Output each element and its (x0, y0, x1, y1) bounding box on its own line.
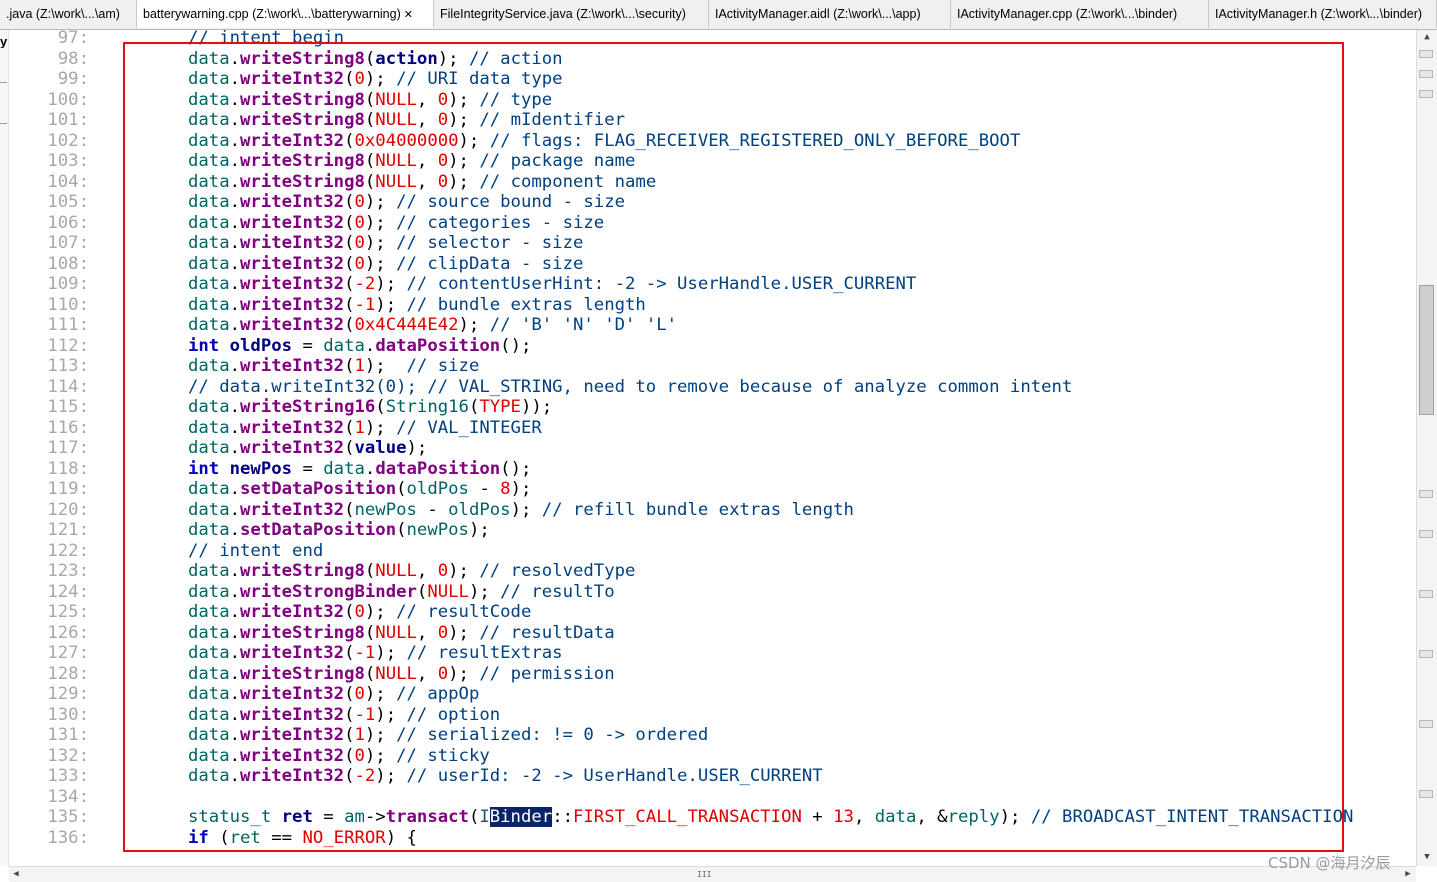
overview-marker (1419, 530, 1433, 538)
line-number: 132: (47, 745, 89, 766)
line-number: 131: (47, 725, 89, 745)
line-number: 121: (47, 520, 89, 540)
left-gutter-strip: y (0, 30, 9, 866)
scroll-left-arrow-icon[interactable]: ◀ (9, 867, 23, 882)
vertical-scroll-thumb[interactable] (1419, 285, 1434, 415)
line-number: 135: (47, 807, 89, 827)
overview-marker (1419, 590, 1433, 598)
watermark: CSDN @海月汐辰 (1268, 854, 1391, 872)
overview-marker (1419, 650, 1433, 658)
line-number: 124: (47, 581, 89, 602)
close-tab-icon[interactable]: ✕ (404, 9, 413, 21)
line-number: 115: (47, 397, 89, 417)
editor-tab[interactable]: batterywarning.cpp (Z:\work\...\batteryw… (137, 0, 434, 28)
line-number: 136: (47, 827, 89, 848)
line-number: 125: (47, 602, 89, 622)
line-number: 101: (47, 110, 89, 130)
line-number: 114: (47, 376, 89, 397)
horizontal-scrollbar[interactable]: ◀ III ▶ (9, 866, 1416, 882)
line-number: 103: (47, 151, 89, 171)
line-number: 97: (57, 30, 89, 48)
overview-marker (1419, 720, 1433, 728)
overview-marker (1419, 70, 1433, 78)
line-number: 130: (47, 704, 89, 725)
line-number: 123: (47, 561, 89, 581)
line-number: 113: (47, 356, 89, 376)
overview-marker (1419, 490, 1433, 498)
overview-marker (1419, 790, 1433, 798)
highlight-annotation-box (123, 42, 1344, 852)
line-number: 108: (47, 253, 89, 274)
line-number: 118: (47, 458, 89, 479)
line-number: 126: (47, 622, 89, 643)
editor-tab[interactable]: IActivityManager.h (Z:\work\...\binder) (1209, 0, 1437, 28)
line-number: 110: (47, 294, 89, 315)
line-number: 117: (47, 438, 89, 458)
line-number: 106: (47, 212, 89, 233)
editor-tab-bar: .java (Z:\work\...\am) batterywarning.cpp… (0, 0, 1437, 30)
editor-tab[interactable]: .java (Z:\work\...\am) (0, 0, 137, 28)
line-number: 107: (47, 233, 89, 253)
line-number: 99: (57, 69, 89, 89)
line-number: 112: (47, 335, 89, 356)
tab-label: batterywarning.cpp (Z:\work\...\batteryw… (143, 7, 401, 21)
line-number: 127: (47, 643, 89, 663)
line-number: 111: (47, 315, 89, 335)
line-number: 98: (57, 48, 89, 69)
line-number: 120: (47, 499, 89, 520)
line-number: 116: (47, 417, 89, 438)
scroll-up-arrow-icon[interactable]: ▲ (1417, 30, 1437, 44)
line-number: 100: (47, 89, 89, 110)
horizontal-scroll-grip[interactable]: III (697, 870, 711, 879)
editor-tab[interactable]: IActivityManager.cpp (Z:\work\...\binder… (951, 0, 1209, 28)
editor-tab[interactable]: FileIntegrityService.java (Z:\work\...\s… (434, 0, 709, 28)
tab-label: IActivityManager.h (Z:\work\...\binder) (1215, 7, 1423, 21)
line-number: 119: (47, 479, 89, 499)
tab-label: IActivityManager.cpp (Z:\work\...\binder… (957, 7, 1178, 21)
editor-tab[interactable]: IActivityManager.aidl (Z:\work\...\app) (709, 0, 951, 28)
line-number: 105: (47, 192, 89, 212)
tab-label: FileIntegrityService.java (Z:\work\...\s… (440, 7, 686, 21)
bookmark-marker (0, 82, 7, 124)
line-number: 122: (47, 540, 89, 561)
scroll-right-arrow-icon[interactable]: ▶ (1401, 867, 1415, 882)
left-marker: y (0, 36, 8, 48)
overview-marker (1419, 50, 1433, 58)
scroll-down-arrow-icon[interactable]: ▼ (1417, 850, 1437, 864)
line-number: 102: (47, 130, 89, 151)
line-number: 133: (47, 766, 89, 786)
line-number: 109: (47, 274, 89, 294)
overview-marker (1419, 90, 1433, 98)
tab-label: .java (Z:\work\...\am) (6, 7, 120, 21)
line-number: 104: (47, 171, 89, 192)
tab-label: IActivityManager.aidl (Z:\work\...\app) (715, 7, 921, 21)
line-number: 134: (47, 786, 89, 807)
vertical-scrollbar[interactable]: ▲ ▼ (1416, 30, 1437, 866)
line-number: 128: (47, 663, 89, 684)
line-number: 129: (47, 684, 89, 704)
